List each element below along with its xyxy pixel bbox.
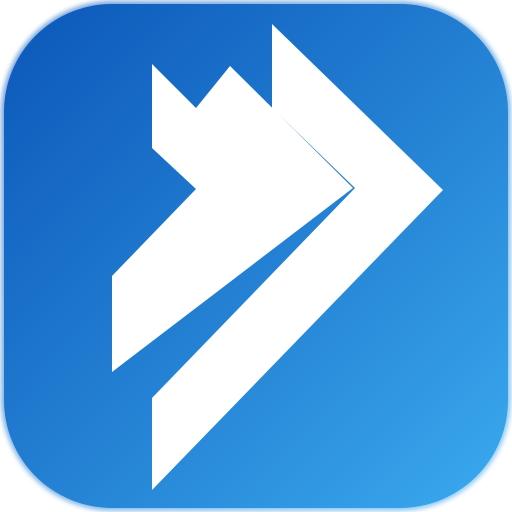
app-icon: [1, 1, 511, 511]
